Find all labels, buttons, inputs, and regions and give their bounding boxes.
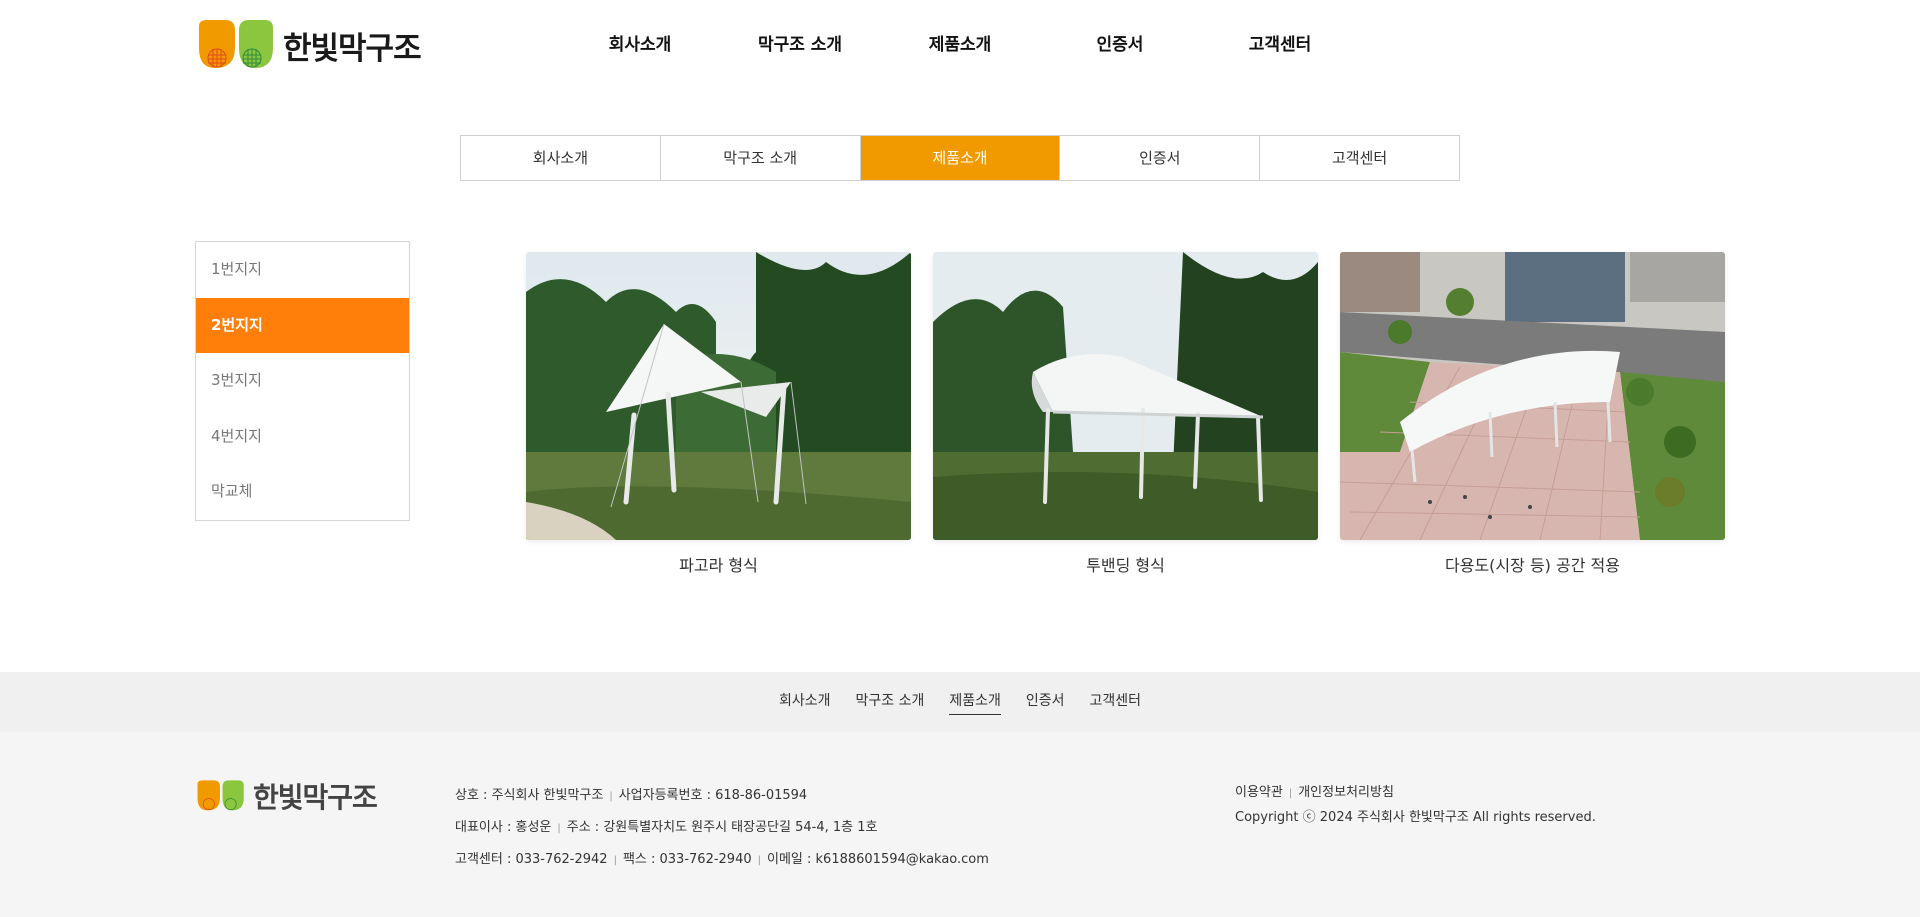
gallery-caption: 파고라 형식	[679, 556, 758, 575]
business-number: 사업자등록번호 : 618-86-01594	[618, 788, 808, 803]
footer-nav-support[interactable]: 고객센터	[1090, 690, 1142, 714]
side-item-support-2[interactable]: 2번지지	[196, 297, 409, 354]
footer-logo-icon	[197, 780, 244, 811]
footer-nav-products[interactable]: 제품소개	[949, 690, 1001, 715]
footer-nav-membrane[interactable]: 막구조 소개	[855, 690, 924, 714]
logo-text: 한빛막구조	[283, 30, 422, 67]
footer-nav: 회사소개 막구조 소개 제품소개 인증서 고객센터	[0, 672, 1920, 732]
tab-products[interactable]: 제품소개	[860, 136, 1061, 180]
footer-nav-certificates[interactable]: 인증서	[1026, 690, 1065, 714]
separator: |	[757, 855, 761, 866]
terms-link[interactable]: 이용약관	[1235, 785, 1283, 800]
footer-nav-company[interactable]: 회사소개	[779, 690, 831, 714]
tab-certificates[interactable]: 인증서	[1060, 136, 1261, 180]
footer-logo-text: 한빛막구조	[253, 781, 378, 814]
product-image-pergola[interactable]	[526, 252, 911, 540]
tab-support[interactable]: 고객센터	[1260, 136, 1459, 180]
company-info: 상호 : 주식회사 한빛막구조 | 사업자등록번호 : 618-86-01594 대…	[455, 784, 989, 880]
gallery-card[interactable]: 투밴딩 형식	[933, 252, 1318, 576]
separator: |	[613, 855, 617, 866]
side-item-support-3[interactable]: 3번지지	[196, 353, 409, 409]
separator: |	[1288, 788, 1293, 799]
ceo-name: 대표이사 : 홍성운	[455, 820, 552, 835]
global-nav: 회사소개 막구조 소개 제품소개 인증서 고객센터	[560, 0, 1360, 90]
support-phone: 고객센터 : 033-762-2942	[455, 852, 608, 867]
side-item-membrane-replace[interactable]: 막교체	[196, 464, 409, 520]
gnb-item-company[interactable]: 회사소개	[560, 0, 720, 90]
site-footer: 한빛막구조 상호 : 주식회사 한빛막구조 | 사업자등록번호 : 618-86-0…	[0, 732, 1920, 917]
side-menu: 1번지지 2번지지 3번지지 4번지지 막교체	[195, 241, 410, 521]
copyright: Copyright ⓒ 2024 주식회사 한빛막구조 All rights r…	[1235, 810, 1596, 825]
footer-links: 이용약관 | 개인정보처리방침 Copyright ⓒ 2024 주식회사 한빛막구…	[1235, 781, 1596, 831]
email-address: 이메일 : k6188601594@kakao.com	[767, 852, 989, 867]
footer-logo[interactable]: 한빛막구조	[195, 776, 378, 816]
company-name: 상호 : 주식회사 한빛막구조	[455, 788, 604, 803]
separator: |	[609, 791, 613, 802]
gallery-card[interactable]: 다용도(시장 등) 공간 적용	[1340, 252, 1725, 576]
site-header: 한빛막구조 회사소개 막구조 소개 제품소개 인증서 고객센터	[0, 0, 1920, 90]
gnb-item-support[interactable]: 고객센터	[1200, 0, 1360, 90]
company-address: 주소 : 강원특별자치도 원주시 태장공단길 54-4, 1층 1호	[566, 820, 878, 835]
product-image-two-bending[interactable]	[933, 252, 1318, 540]
gallery-caption: 다용도(시장 등) 공간 적용	[1445, 556, 1620, 575]
gallery-caption: 투밴딩 형식	[1086, 556, 1165, 575]
tab-company[interactable]: 회사소개	[461, 136, 661, 180]
tab-membrane[interactable]: 막구조 소개	[660, 136, 861, 180]
privacy-link[interactable]: 개인정보처리방침	[1298, 785, 1394, 800]
gallery-card[interactable]: 파고라 형식	[526, 252, 911, 576]
logo-icon	[199, 20, 273, 68]
separator: |	[557, 823, 561, 834]
gnb-item-products[interactable]: 제품소개	[880, 0, 1040, 90]
sub-tabs: 회사소개 막구조 소개 제품소개 인증서 고객센터	[460, 135, 1460, 181]
fax-number: 팩스 : 033-762-2940	[622, 852, 752, 867]
side-item-support-1[interactable]: 1번지지	[196, 242, 409, 298]
logo[interactable]: 한빛막구조	[195, 18, 422, 72]
product-image-plaza[interactable]	[1340, 252, 1725, 540]
gnb-item-membrane[interactable]: 막구조 소개	[720, 0, 880, 90]
product-gallery: 파고라 형식 투밴딩 형식 다용도(시장 등) 공간 적용	[526, 252, 1725, 576]
gnb-item-certificates[interactable]: 인증서	[1040, 0, 1200, 90]
side-item-support-4[interactable]: 4번지지	[196, 409, 409, 465]
